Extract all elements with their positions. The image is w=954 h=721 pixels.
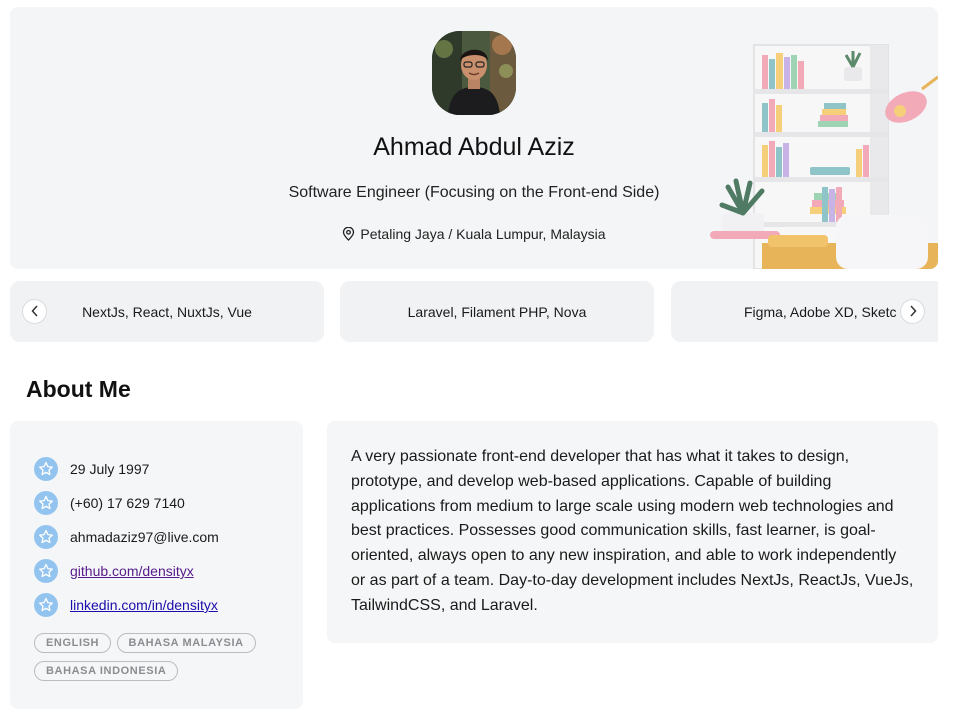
contact-info-card: 29 July 1997 (+60) 17 629 7140 ahmadaziz… [10,421,303,709]
location-text: Petaling Jaya / Kuala Lumpur, Malaysia [360,226,606,242]
linkedin-row: linkedin.com/in/densityx [34,593,218,617]
star-icon [34,457,58,481]
star-icon [34,559,58,583]
chevron-right-icon [909,304,917,319]
github-link[interactable]: github.com/densityx [70,563,194,579]
star-icon [34,593,58,617]
about-heading: About Me [26,376,131,402]
birthdate-row: 29 July 1997 [34,457,149,481]
skill-label: NextJs, React, NuxtJs, Vue [82,303,252,320]
star-icon [34,491,58,515]
profile-header: Ahmad Abdul Aziz Software Engineer (Focu… [10,7,938,269]
bio-card: A very passionate front-end developer th… [327,421,938,643]
phone-text: (+60) 17 629 7140 [70,495,185,511]
skill-card[interactable]: Figma, Adobe XD, Sketc [671,281,938,342]
github-row: github.com/densityx [34,559,194,583]
language-badge: BAHASA MALAYSIA [116,633,256,653]
language-badges: ENGLISH BAHASA MALAYSIA BAHASA INDONESIA [34,633,294,689]
skill-label: Figma, Adobe XD, Sketc [744,303,897,320]
skill-card[interactable]: Laravel, Filament PHP, Nova [340,281,654,342]
carousel-next-button[interactable] [900,299,925,324]
skill-label: Laravel, Filament PHP, Nova [407,303,587,320]
birthdate-text: 29 July 1997 [70,461,150,477]
skills-carousel: NextJs, React, NuxtJs, Vue Laravel, Fila… [10,281,938,342]
email-text: ahmadaziz97@live.com [70,529,219,545]
bio-text: A very passionate front-end developer th… [351,448,914,614]
carousel-prev-button[interactable] [22,299,47,324]
location-pin-icon [342,226,355,244]
phone-row: (+60) 17 629 7140 [34,491,185,515]
chevron-left-icon [30,304,39,319]
avatar [432,31,516,115]
skill-card[interactable]: NextJs, React, NuxtJs, Vue [10,281,324,342]
linkedin-link[interactable]: linkedin.com/in/densityx [70,597,218,613]
star-icon [34,525,58,549]
language-badge: ENGLISH [34,633,112,653]
email-row: ahmadaziz97@live.com [34,525,219,549]
bookshelf-illustration [710,37,938,269]
language-badge: BAHASA INDONESIA [34,661,179,681]
